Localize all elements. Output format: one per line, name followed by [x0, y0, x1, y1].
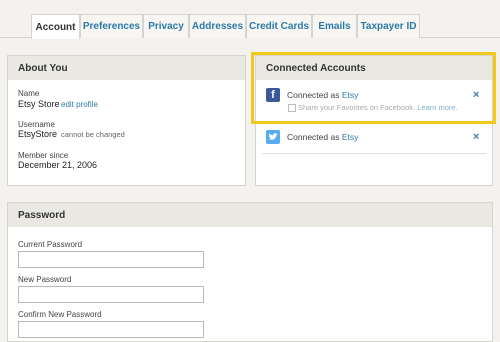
facebook-account-link[interactable]: Etsy: [342, 90, 359, 100]
settings-tabs: Account Preferences Privacy Addresses Cr…: [0, 0, 500, 39]
confirm-password-input[interactable]: [18, 321, 204, 338]
current-password-label: Current Password: [18, 240, 83, 249]
connected-accounts-title: Connected Accounts: [256, 56, 492, 80]
twitter-connected-text: Connected as Etsy: [287, 132, 358, 142]
tab-account[interactable]: Account: [31, 14, 80, 39]
facebook-icon: f: [266, 88, 280, 102]
tab-emails[interactable]: Emails: [312, 14, 357, 38]
connected-as-label: Connected as: [287, 132, 340, 142]
row-divider: [262, 153, 486, 154]
about-you-title: About You: [8, 56, 245, 80]
about-you-panel: About You Name Etsy Store edit profile U…: [7, 55, 246, 186]
tab-credit-cards[interactable]: Credit Cards: [246, 14, 312, 38]
tab-taxpayer-id[interactable]: Taxpayer ID: [357, 14, 420, 38]
new-password-input[interactable]: [18, 286, 204, 303]
tab-addresses[interactable]: Addresses: [189, 14, 246, 38]
connected-as-label: Connected as: [287, 90, 340, 100]
edit-profile-link[interactable]: edit profile: [61, 100, 98, 109]
member-since-label: Member since: [18, 151, 69, 160]
share-favorites-label: Share your Favorites on Facebook.: [298, 103, 416, 112]
confirm-password-label: Confirm New Password: [18, 310, 102, 319]
facebook-connected-text: Connected as Etsy: [287, 90, 358, 100]
learn-more-link[interactable]: Learn more.: [417, 103, 457, 112]
password-title: Password: [8, 203, 492, 227]
password-panel: Password Current Password New Password C…: [7, 202, 493, 342]
tab-privacy[interactable]: Privacy: [143, 14, 189, 38]
row-divider: [262, 122, 486, 123]
remove-twitter-icon[interactable]: ×: [473, 131, 479, 143]
username-note: cannot be changed: [61, 130, 125, 139]
current-password-input[interactable]: [18, 251, 204, 268]
connected-accounts-panel: Connected Accounts f Connected as Etsy S…: [255, 55, 493, 186]
tab-preferences[interactable]: Preferences: [80, 14, 143, 38]
twitter-account-link[interactable]: Etsy: [342, 132, 359, 142]
new-password-label: New Password: [18, 275, 72, 284]
member-since-value: December 21, 2006: [18, 160, 98, 170]
username-label: Username: [18, 120, 55, 129]
name-value: Etsy Store: [18, 99, 60, 109]
share-favorites-text: Share your Favorites on Facebook. Learn …: [298, 103, 458, 112]
remove-facebook-icon[interactable]: ×: [473, 89, 479, 101]
twitter-icon: [266, 130, 280, 144]
name-label: Name: [18, 89, 40, 98]
share-favorites-checkbox[interactable]: [288, 104, 296, 112]
username-value: EtsyStore: [18, 129, 58, 139]
